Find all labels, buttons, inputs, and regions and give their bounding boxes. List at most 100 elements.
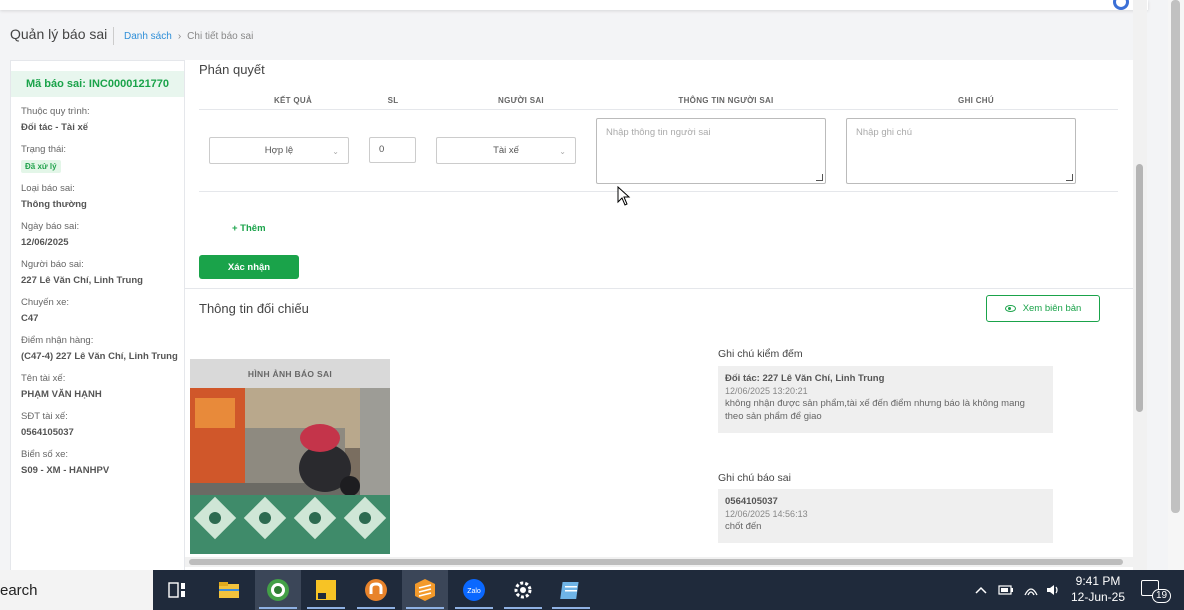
- status-badge: Đã xử lý: [21, 160, 61, 173]
- wifi-icon[interactable]: [1023, 570, 1039, 610]
- info-label: Biển số xe:: [21, 449, 68, 460]
- zalo-icon[interactable]: Zalo: [460, 576, 488, 604]
- tray-chevron-icon[interactable]: [974, 570, 988, 610]
- running-indicator: [406, 607, 444, 609]
- svg-text:Zalo: Zalo: [467, 588, 481, 595]
- col-result: KẾT QUẢ: [273, 96, 313, 105]
- task-view-icon[interactable]: [163, 576, 191, 604]
- ultraviewer-icon[interactable]: [362, 576, 390, 604]
- taskbar-clock[interactable]: 9:41 PM 12-Jun-25: [1066, 573, 1130, 605]
- person-info-textarea[interactable]: Nhập thông tin người sai: [596, 118, 826, 184]
- info-value: Đối tác - Tài xế: [21, 122, 89, 133]
- chrome-green-icon[interactable]: [264, 576, 292, 604]
- report-note-title: 0564105037: [725, 496, 778, 507]
- report-image-header: HÌNH ẢNH BÁO SAI: [190, 359, 390, 388]
- running-indicator: [504, 607, 542, 609]
- sublime-text-icon[interactable]: [411, 576, 439, 604]
- file-explorer-icon[interactable]: [215, 576, 243, 604]
- clock-date: 12-Jun-25: [1070, 590, 1126, 604]
- info-label: SĐT tài xế:: [21, 411, 68, 422]
- user-avatar-icon[interactable]: [1113, 0, 1129, 10]
- count-note-label: Ghi chú kiểm đếm: [718, 348, 803, 360]
- count-note-time: 12/06/2025 13:20:21: [725, 386, 808, 396]
- settings-gear-icon[interactable]: [509, 576, 537, 604]
- person-info-placeholder: Nhập thông tin người sai: [606, 127, 711, 138]
- info-value: C47: [21, 313, 39, 324]
- panel-vertical-scrollbar[interactable]: [1133, 0, 1147, 570]
- chevron-down-icon: ⌄: [559, 147, 566, 156]
- info-value: S09 - XM - HANHPV: [21, 465, 110, 476]
- mouse-cursor-icon: [617, 186, 631, 206]
- col-note: GHI CHÚ: [958, 96, 994, 105]
- person-select-value: Tài xế: [493, 145, 519, 156]
- report-photo-image: [190, 388, 390, 554]
- col-person: NGƯỜI SAI: [498, 96, 544, 105]
- info-label: Loại báo sai:: [21, 183, 75, 194]
- page-title: Quản lý báo sai: [10, 26, 108, 42]
- info-plate: Biển số xe: S09 - XM - HANHPV: [21, 448, 184, 478]
- notification-count-badge: 19: [1152, 589, 1172, 603]
- info-trip: Chuyến xe: C47: [21, 296, 184, 326]
- info-driver-name: Tên tài xế: PHẠM VĂN HẠNH: [21, 372, 184, 402]
- horizontal-scrollbar[interactable]: [185, 557, 1133, 567]
- row-divider: [199, 191, 1118, 192]
- count-note-text: không nhận được sản phẩm,tài xế đến điểm…: [725, 398, 1025, 422]
- result-select-value: Hợp lệ: [264, 145, 294, 156]
- scrollbar-thumb[interactable]: [1136, 164, 1143, 412]
- info-process: Thuộc quy trình: Đối tác - Tài xế: [21, 105, 184, 135]
- info-value: Thông thường: [21, 199, 87, 210]
- info-label: Người báo sai:: [21, 259, 84, 270]
- running-indicator: [259, 607, 297, 609]
- comparison-title: Thông tin đối chiếu: [199, 301, 309, 316]
- verdict-table-header: KẾT QUẢ SL NGƯỜI SAI THÔNG TIN NGƯỜI SAI…: [199, 96, 1118, 110]
- scrollbar-thumb[interactable]: [189, 559, 1123, 565]
- info-value: (C47-4) 227 Lê Văn Chí, Linh Trung: [21, 351, 178, 362]
- sticky-notes-icon[interactable]: [312, 576, 340, 604]
- resize-handle-icon[interactable]: [816, 174, 823, 181]
- note-textarea[interactable]: Nhập ghi chú: [846, 118, 1076, 184]
- windows-taskbar: earch Zalo 9:41 PM 12-Jun-25 19: [0, 570, 1184, 610]
- confirm-button[interactable]: Xác nhận: [199, 255, 299, 279]
- clock-time: 9:41 PM: [1075, 574, 1121, 588]
- report-code: Mã báo sai: INC0000121770: [11, 71, 184, 97]
- add-row-link[interactable]: + Thêm: [232, 223, 266, 234]
- info-value: 0564105037: [21, 427, 74, 438]
- report-note-box: 0564105037 12/06/2025 14:56:13 chốt đến: [718, 489, 1053, 543]
- header-divider: [113, 27, 114, 45]
- volume-icon[interactable]: [1045, 570, 1061, 610]
- info-value: PHẠM VĂN HẠNH: [21, 389, 102, 400]
- section-divider: [185, 288, 1133, 289]
- info-label: Trạng thái:: [21, 144, 67, 155]
- running-indicator: [307, 607, 345, 609]
- info-label: Điểm nhận hàng:: [21, 335, 94, 346]
- breadcrumb-separator: ›: [177, 31, 182, 42]
- scrollbar-thumb[interactable]: [1171, 0, 1180, 513]
- top-header: [0, 0, 1148, 10]
- result-select[interactable]: Hợp lệ ⌄: [209, 137, 349, 164]
- info-status: Trạng thái: Đã xử lý: [21, 143, 184, 174]
- verdict-title: Phán quyết: [199, 62, 265, 77]
- info-driver-phone: SĐT tài xế: 0564105037: [21, 410, 184, 440]
- view-report-button[interactable]: Xem biên bản: [986, 295, 1100, 322]
- notepad-icon[interactable]: [557, 576, 585, 604]
- report-info-panel: Mã báo sai: INC0000121770 Thuộc quy trìn…: [10, 60, 185, 572]
- battery-icon[interactable]: [998, 570, 1014, 610]
- count-note-box: Đối tác: 227 Lê Văn Chí, Linh Trung 12/0…: [718, 366, 1053, 433]
- breadcrumb-list-link[interactable]: Danh sách: [124, 31, 172, 42]
- info-type: Loại báo sai: Thông thường: [21, 182, 184, 212]
- taskbar-search-box[interactable]: earch: [0, 570, 153, 610]
- count-note-title: Đối tác: 227 Lê Văn Chí, Linh Trung: [725, 373, 885, 384]
- quantity-input[interactable]: 0: [369, 137, 416, 163]
- report-note-text: chốt đến: [725, 521, 762, 532]
- info-label: Thuộc quy trình:: [21, 106, 90, 117]
- info-label: Chuyến xe:: [21, 297, 70, 308]
- person-select[interactable]: Tài xế ⌄: [436, 137, 576, 164]
- running-indicator: [357, 607, 395, 609]
- info-value: 12/06/2025: [21, 237, 69, 248]
- info-date: Ngày báo sai: 12/06/2025: [21, 220, 184, 250]
- page-vertical-scrollbar[interactable]: [1168, 0, 1184, 570]
- report-photo[interactable]: [190, 388, 390, 554]
- resize-handle-icon[interactable]: [1066, 174, 1073, 181]
- col-person-info: THÔNG TIN NGƯỜI SAI: [678, 96, 774, 105]
- eye-icon: [1004, 305, 1016, 312]
